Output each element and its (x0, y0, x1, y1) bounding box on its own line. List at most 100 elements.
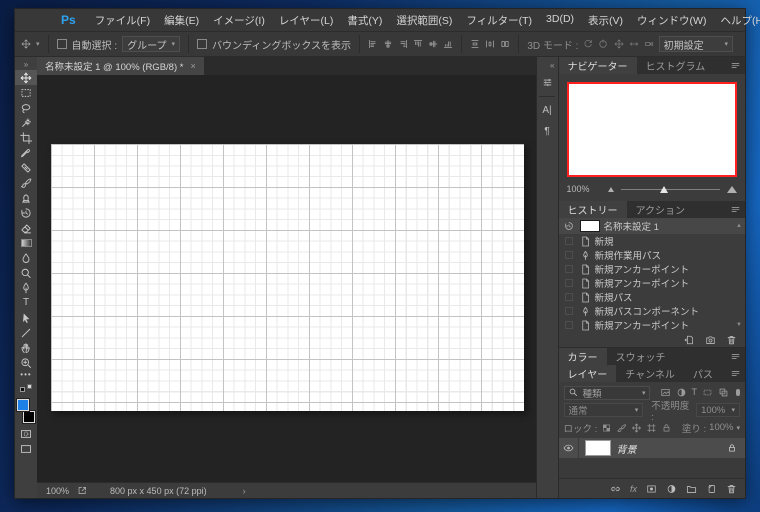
layer-filter-dropdown[interactable]: 種類 ▾ (564, 386, 650, 400)
zoom-in-icon[interactable] (727, 186, 737, 193)
tool-brush[interactable] (15, 175, 37, 190)
delete-state-icon[interactable] (726, 334, 737, 346)
history-item[interactable]: 新規パスコンポーネント (559, 304, 746, 318)
tool-line[interactable] (15, 325, 37, 340)
auto-align-layers-icon[interactable] (500, 37, 510, 51)
3d-slide-icon[interactable] (629, 37, 639, 51)
auto-select-checkbox[interactable] (57, 39, 67, 49)
bounding-box-checkbox[interactable] (197, 39, 207, 49)
zoom-out-icon[interactable] (608, 187, 614, 192)
tool-move[interactable] (15, 70, 37, 85)
foreground-color-swatch[interactable] (17, 399, 29, 411)
layer-row-background[interactable]: 背景 (559, 438, 746, 458)
expand-tools-icon[interactable]: » (24, 58, 28, 70)
tab-paths[interactable]: パス (684, 365, 722, 382)
navigator-zoom-slider[interactable] (621, 189, 721, 190)
collapse-panels-icon[interactable]: « (550, 59, 554, 71)
new-document-from-state-icon[interactable] (684, 334, 695, 346)
add-layer-mask-icon[interactable] (646, 483, 657, 495)
quick-mask-button[interactable] (15, 426, 37, 441)
filter-toggle-icon[interactable] (736, 389, 740, 396)
3d-camera-icon[interactable] (644, 37, 654, 51)
color-panel-menu-icon[interactable] (725, 348, 745, 365)
filter-adjustment-layers-icon[interactable] (676, 387, 687, 398)
menu-image[interactable]: イメージ(I) (206, 10, 272, 31)
scroll-down-icon[interactable]: ▼ (736, 322, 745, 328)
navigator-preview[interactable] (567, 82, 738, 177)
new-group-icon[interactable] (686, 483, 697, 495)
tool-history-brush[interactable] (15, 205, 37, 220)
menu-edit[interactable]: 編集(E) (157, 10, 206, 31)
tool-eraser[interactable] (15, 220, 37, 235)
3d-orbit-icon[interactable] (583, 37, 593, 51)
distribute-vertical-icon[interactable] (470, 37, 480, 51)
lock-position-icon[interactable] (631, 423, 642, 433)
navigator-panel-menu-icon[interactable] (725, 57, 745, 74)
tool-type[interactable]: T (15, 295, 37, 310)
history-item[interactable]: 新規 (559, 234, 746, 248)
opacity-dropdown[interactable]: 100%▾ (696, 403, 740, 417)
new-snapshot-icon[interactable] (705, 334, 716, 346)
status-chevron-icon[interactable]: › (243, 486, 246, 496)
paragraph-panel-button[interactable]: ¶ (537, 122, 557, 141)
tool-pen[interactable] (15, 280, 37, 295)
tool-magic-wand[interactable] (15, 115, 37, 130)
menu-type[interactable]: 書式(Y) (340, 10, 389, 31)
layers-panel-menu-icon[interactable] (725, 365, 745, 382)
lock-artboard-icon[interactable] (646, 423, 657, 433)
tool-preset-caret-icon[interactable]: ▾ (36, 40, 40, 48)
tool-hand[interactable] (15, 340, 37, 355)
menu-window[interactable]: ウィンドウ(W) (630, 10, 713, 31)
auto-select-dropdown[interactable]: グループ▾ (122, 36, 180, 52)
tab-swatches[interactable]: スウォッチ (607, 348, 675, 365)
filter-smart-objects-icon[interactable] (718, 387, 729, 398)
menu-select[interactable]: 選択範囲(S) (389, 10, 459, 31)
slider-thumb[interactable] (660, 186, 668, 193)
canvas[interactable] (51, 144, 524, 411)
menu-layer[interactable]: レイヤー(L) (272, 10, 341, 31)
menu-3d[interactable]: 3D(D) (539, 10, 581, 31)
lock-transparency-icon[interactable] (601, 423, 612, 433)
align-top-edges-icon[interactable] (411, 39, 425, 49)
character-panel-button[interactable]: A| (537, 101, 557, 120)
history-brush-source-icon[interactable] (562, 221, 576, 231)
screen-mode-button[interactable] (15, 441, 37, 456)
tool-lasso[interactable] (15, 100, 37, 115)
new-adjustment-layer-icon[interactable] (666, 483, 677, 495)
layer-visibility-toggle[interactable] (559, 438, 579, 458)
tool-clone-stamp[interactable] (15, 190, 37, 205)
tab-channels[interactable]: チャンネル (616, 365, 684, 382)
tool-rectangular-marquee[interactable] (15, 85, 37, 100)
history-item[interactable]: 新規アンカーポイント (559, 276, 746, 290)
tab-history[interactable]: ヒストリー (559, 201, 627, 218)
history-panel-menu-icon[interactable] (725, 201, 745, 218)
align-right-edges-icon[interactable] (398, 37, 408, 51)
tab-layers[interactable]: レイヤー (559, 365, 617, 382)
layer-style-icon[interactable]: fx (630, 484, 637, 494)
3d-roll-icon[interactable] (598, 37, 608, 51)
tool-path-selection[interactable] (15, 310, 37, 325)
default-swap-colors-icon[interactable] (20, 384, 32, 394)
menu-help[interactable]: ヘルプ(H) (713, 10, 760, 31)
tool-dodge[interactable] (15, 265, 37, 280)
history-item[interactable]: 新規作業用パス (559, 248, 746, 262)
align-left-edges-icon[interactable] (368, 37, 378, 51)
edit-toolbar-icon[interactable]: ••• (20, 370, 31, 382)
align-bottom-edges-icon[interactable] (441, 39, 455, 49)
history-item[interactable]: 新規アンカーポイント ▼ (559, 318, 746, 332)
tab-color[interactable]: カラー (559, 348, 607, 365)
tool-gradient[interactable] (15, 235, 37, 250)
layer-name[interactable]: 背景 (617, 441, 637, 456)
menu-file[interactable]: ファイル(F) (88, 10, 157, 31)
tab-actions[interactable]: アクション (627, 201, 695, 218)
blend-mode-dropdown[interactable]: 通常▾ (564, 403, 644, 417)
align-horizontal-centers-icon[interactable] (383, 37, 393, 51)
menu-filter[interactable]: フィルター(T) (459, 10, 539, 31)
workspace-dropdown[interactable]: 初期設定▾ (659, 36, 733, 52)
filter-type-layers-icon[interactable]: T (692, 388, 698, 397)
delete-layer-icon[interactable] (726, 483, 737, 495)
3d-pan-icon[interactable] (614, 37, 624, 51)
lock-all-icon[interactable] (661, 423, 672, 433)
lock-pixels-icon[interactable] (616, 423, 627, 433)
new-layer-icon[interactable] (706, 483, 717, 495)
